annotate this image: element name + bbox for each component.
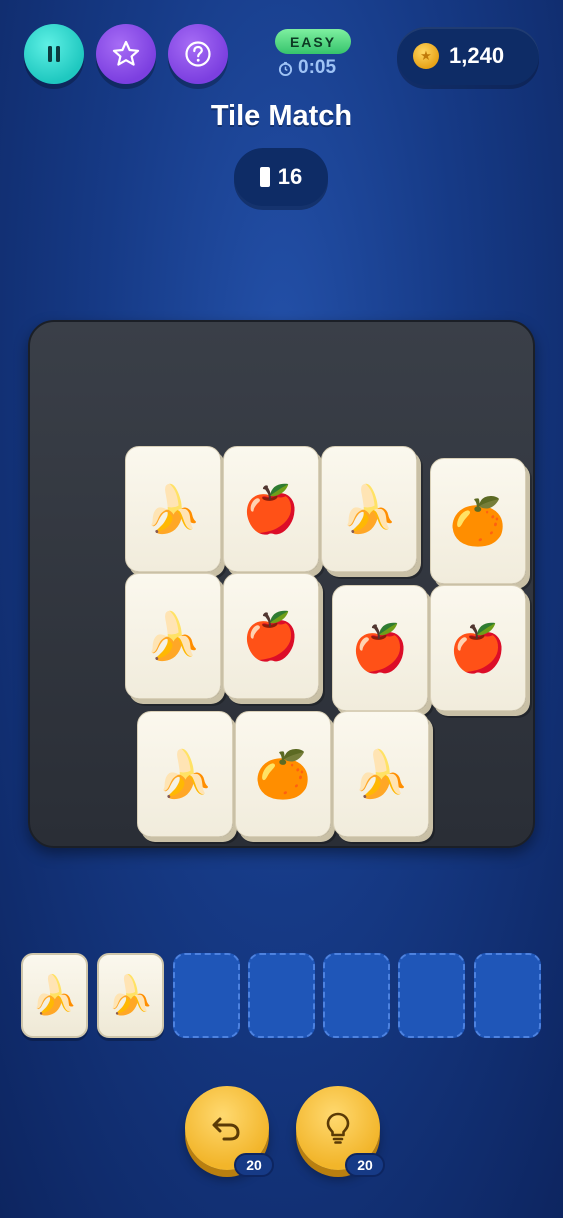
star-icon [112, 40, 140, 66]
tray-slot-5 [323, 953, 390, 1038]
tray-slot-4 [248, 953, 315, 1038]
tray-slot-2: 🍌 [97, 953, 164, 1038]
tile-apple[interactable]: 🍎 [223, 573, 319, 699]
tile-apple[interactable]: 🍎 [430, 585, 526, 711]
coin-amount: 1,240 [449, 43, 505, 68]
tray-slot-7 [474, 953, 541, 1038]
pause-icon [48, 46, 60, 62]
tile-banana[interactable]: 🍌 [137, 711, 233, 837]
difficulty-badge: EASY [275, 29, 351, 54]
tile-banana[interactable]: 🍌 [125, 573, 221, 699]
tile-banana[interactable]: 🍌 [125, 446, 221, 572]
tile-icon [259, 167, 270, 187]
tiles-remaining-value: 16 [277, 164, 303, 189]
tile-apple[interactable]: 🍎 [332, 585, 428, 711]
tile-apple[interactable]: 🍎 [223, 446, 319, 572]
help-button[interactable] [168, 24, 228, 84]
tray-slot-6 [398, 953, 465, 1038]
tile-orange[interactable]: 🍊 [430, 458, 526, 584]
clock-icon [278, 61, 293, 76]
tiles-remaining-counter: 16 [234, 148, 328, 206]
tray-slot-1: 🍌 [21, 953, 88, 1038]
tile-banana[interactable]: 🍌 [321, 446, 417, 572]
tray-slot-3 [173, 953, 240, 1038]
game-board: 🍌 🍎 🍌 🍊 🍌 🍎 🍎 🍎 🍌 🍊 🍌 [28, 320, 535, 848]
pause-button[interactable] [24, 24, 84, 84]
undo-icon [212, 1117, 240, 1141]
tile-orange[interactable]: 🍊 [235, 711, 331, 837]
timer-value: 0:05 [298, 57, 337, 78]
coin-icon: ★ [413, 43, 439, 69]
timer: 0:05 [278, 57, 336, 79]
tile-banana[interactable]: 🍌 [333, 711, 429, 837]
game-title: Tile Match [210, 100, 353, 132]
coin-balance[interactable]: ★ 1,240 [397, 27, 539, 85]
lightbulb-icon [326, 1112, 350, 1144]
help-icon [185, 41, 211, 67]
favorites-button[interactable] [96, 24, 156, 84]
undo-count: 20 [234, 1153, 274, 1177]
hint-count: 20 [345, 1153, 385, 1177]
